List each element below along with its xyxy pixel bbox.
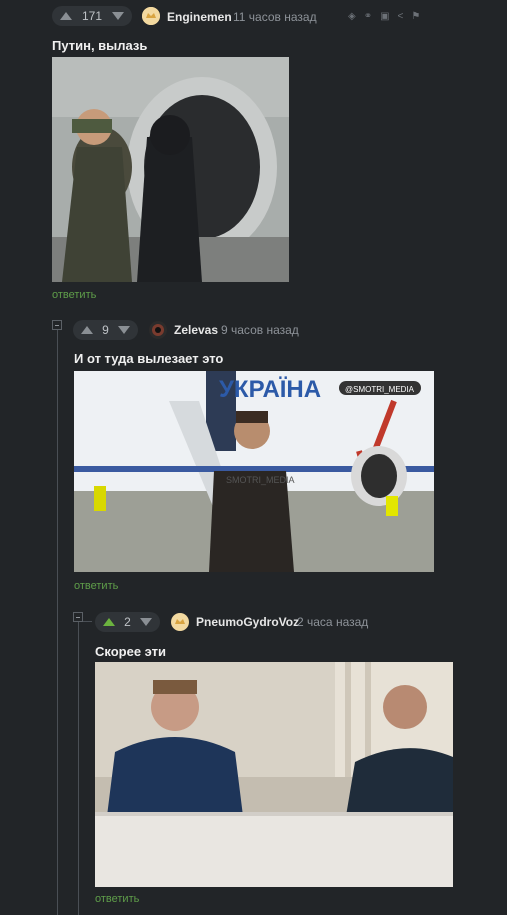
comment-image[interactable]: [52, 57, 289, 282]
downvote-icon[interactable]: [118, 326, 130, 334]
downvote-icon[interactable]: [112, 12, 124, 20]
username[interactable]: Enginemen: [167, 10, 232, 24]
vote-count: 9: [102, 323, 109, 337]
vote-count: 171: [81, 9, 103, 23]
engine-photo: [52, 57, 289, 282]
downvote-icon[interactable]: [140, 618, 152, 626]
comment-time[interactable]: 9 часов назад: [221, 323, 299, 337]
overlay-logo-text: SMOTRI_MEDIA: [226, 475, 295, 485]
comment-image[interactable]: УКРАЇНА @SMOTRI_MEDIA SMOTRI_MEDIA: [74, 371, 434, 572]
username[interactable]: Zelevas: [174, 323, 218, 337]
thread-line: [57, 330, 58, 915]
username[interactable]: PneumoGydroVoz: [196, 615, 299, 629]
share-icon[interactable]: <: [398, 11, 404, 22]
reply-link[interactable]: ответить: [95, 893, 139, 905]
vote-widget: 171: [52, 6, 132, 26]
reply-link[interactable]: ответить: [74, 580, 118, 592]
plane-photo: УКРАЇНА @SMOTRI_MEDIA SMOTRI_MEDIA: [74, 371, 434, 572]
upvote-icon[interactable]: [81, 326, 93, 334]
vote-count: 2: [124, 615, 131, 629]
comment-text: Путин, вылазь: [52, 38, 148, 53]
collapse-toggle[interactable]: [73, 612, 83, 622]
upvote-icon[interactable]: [60, 12, 72, 20]
link-icon[interactable]: ⚭: [364, 11, 372, 22]
reply-link[interactable]: ответить: [52, 289, 96, 301]
comment-image[interactable]: [95, 662, 453, 887]
flag-icon[interactable]: ⚑: [411, 11, 420, 22]
vote-widget: 2: [95, 612, 160, 632]
avatar[interactable]: [171, 613, 189, 631]
watermark-text: @SMOTRI_MEDIA: [345, 385, 415, 394]
interview-photo: [95, 662, 453, 887]
comment-time[interactable]: 11 часов назад: [233, 10, 317, 24]
comment-text: И от туда вылезает это: [74, 351, 224, 366]
thread-line: [78, 621, 79, 915]
collapse-toggle[interactable]: [52, 320, 62, 330]
comment-text: Скорее эти: [95, 644, 167, 659]
save-icon[interactable]: ▣: [380, 11, 389, 22]
plane-sign-text: УКРАЇНА: [219, 376, 321, 403]
avatar[interactable]: [149, 321, 167, 339]
upvote-icon[interactable]: [103, 618, 115, 626]
rss-icon[interactable]: ◈: [348, 11, 356, 22]
vote-widget: 9: [73, 320, 138, 340]
avatar[interactable]: [142, 7, 160, 25]
comment-time[interactable]: 2 часа назад: [297, 615, 368, 629]
comment-actions: ◈ ⚭ ▣ < ⚑: [348, 11, 420, 22]
